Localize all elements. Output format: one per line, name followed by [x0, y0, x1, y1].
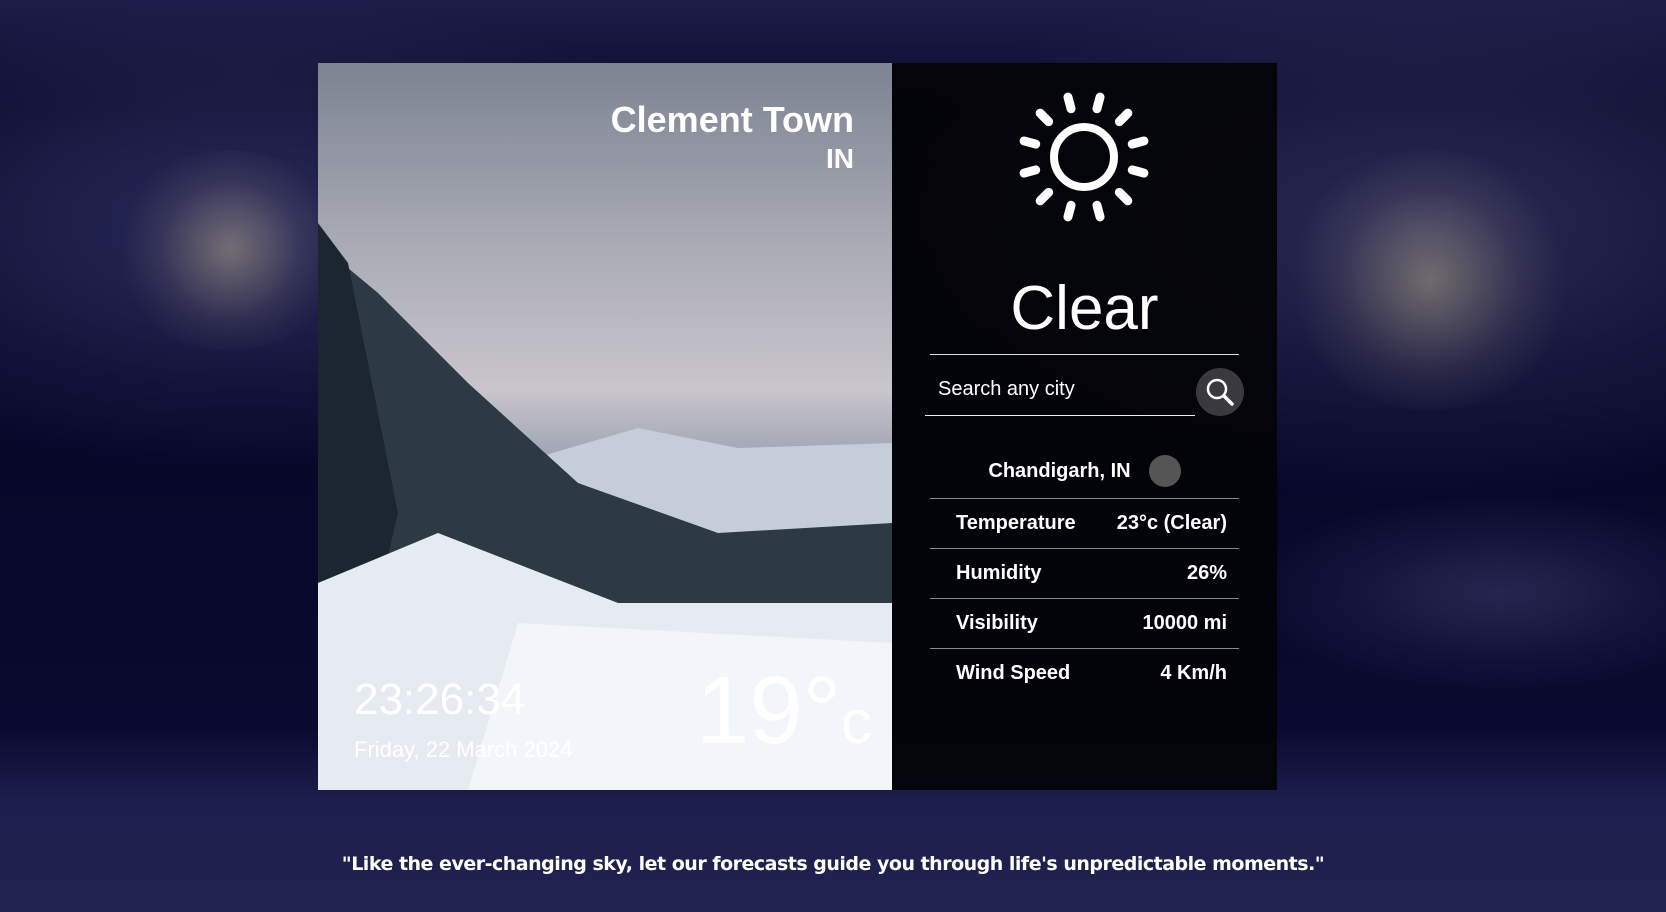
- detail-row-temperature: Temperature 23°c (Clear): [930, 498, 1239, 548]
- city-lights-america: [110, 150, 350, 350]
- sun-icon: [1019, 92, 1149, 222]
- temperature-unit: c: [841, 688, 872, 757]
- location-label: Chandigarh, IN: [988, 459, 1131, 482]
- detail-value: 26%: [1186, 562, 1227, 584]
- search-underline: [925, 415, 1195, 416]
- detail-label: Humidity: [956, 562, 1042, 584]
- detail-value: 4 Km/h: [1160, 662, 1227, 684]
- city-lights-asia: [1280, 150, 1580, 410]
- detail-row-wind-speed: Wind Speed 4 Km/h: [930, 648, 1239, 698]
- weather-card: Clement Town IN 23:26:34 Friday, 22 Marc…: [318, 63, 892, 790]
- detail-label: Wind Speed: [956, 662, 1071, 684]
- divider: [930, 354, 1239, 355]
- country-code: IN: [826, 143, 854, 174]
- current-temperature: 19°c: [696, 663, 872, 759]
- footer-quote: "Like the ever-changing sky, let our for…: [341, 853, 1325, 875]
- current-time: 23:26:34: [354, 675, 526, 724]
- temperature-value: 19°: [695, 657, 841, 764]
- detail-value: 10000 mi: [1142, 612, 1227, 634]
- weather-condition: Clear: [1010, 274, 1159, 343]
- city-search-input[interactable]: [938, 378, 1178, 401]
- detail-row-visibility: Visibility 10000 mi: [930, 598, 1239, 648]
- location-indicator: [1148, 455, 1181, 487]
- detail-row-humidity: Humidity 26%: [930, 548, 1239, 598]
- city-name: Clement Town: [610, 99, 854, 140]
- details-panel: Clear Chandigarh, IN Temperature 23°c (Cl…: [892, 63, 1277, 790]
- current-date: Friday, 22 March 2024: [354, 737, 573, 762]
- selected-location[interactable]: Chandigarh, IN: [892, 455, 1277, 487]
- detail-value: 23°c (Clear): [1116, 512, 1227, 534]
- detail-label: Temperature: [956, 512, 1076, 534]
- search-icon: [1206, 378, 1234, 406]
- search-button[interactable]: [1196, 368, 1244, 416]
- detail-label: Visibility: [956, 612, 1038, 634]
